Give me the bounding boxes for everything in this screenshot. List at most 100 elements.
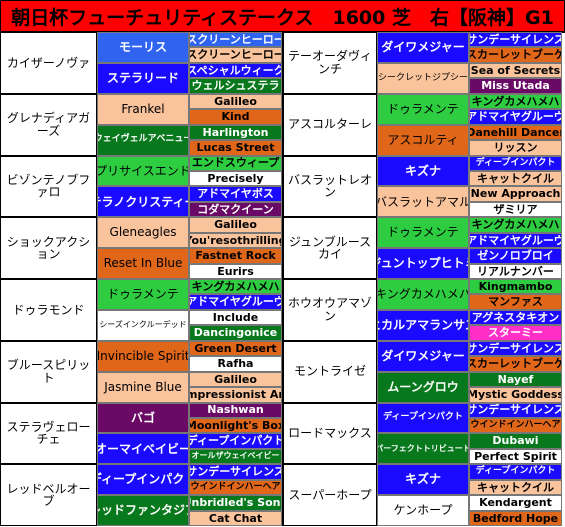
sire-name: Frankel (97, 93, 189, 125)
dam-name: レッドファンタジア (97, 495, 189, 526)
dam-dam-name: Dancingonice (189, 325, 282, 341)
horse-name: レッドベルオーブ (0, 464, 97, 526)
sire-dam-name: マンファス (469, 294, 562, 310)
pedigree-row: ドゥラモンド ドゥラメンテ シーズインクルーデッド キングカメハメハ アドマイヤグルーヴ… (0, 279, 282, 341)
pedigree-row: ホウオウアマゾンキングカメハメハヒカルアマランサスKingmamboマンファスア… (283, 279, 562, 341)
dam-sire-name: スペシャルウィーク (189, 62, 282, 79)
sire-sire-name: キングカメハメハ (189, 279, 282, 295)
horse-name: ホウオウアマゾン (283, 279, 377, 341)
horse-name: グレナディアガーズ (0, 93, 97, 156)
pedigree-table: カイザーノヴァ モーリス ステラリード スクリーンヒーロー スクリーンヒーロー スペシャル… (0, 32, 562, 526)
dam-sire-name: Nayef (469, 371, 562, 388)
sire-dam-name: Precisely (189, 170, 282, 187)
sire-sire-name: サンデーサイレンス (469, 340, 562, 357)
dam-dam-name: ウェルシュステラ (189, 78, 282, 94)
sire-sire-name: サンデーサイレンス (469, 402, 562, 418)
horse-name: カイザーノヴァ (0, 32, 97, 94)
sire-sire-name: サンデーサイレンス (189, 464, 282, 480)
sire-name: バゴ (97, 402, 189, 434)
sire-name: キングカメハメハ (377, 279, 469, 310)
dam-dam-name: リアルナンバー (469, 263, 562, 279)
horse-name: バスラットレオン (283, 155, 377, 218)
sire-name: モーリス (97, 32, 189, 63)
horse-name: ジュンブルースカイ (283, 217, 377, 279)
pedigree-row: テーオーダヴィンチ ダイワメジャー シークレットジプシー サンデーサイレンス スカーレッ… (283, 32, 562, 94)
dam-name: シーズインクルーデッド (97, 309, 189, 341)
pedigree-row: レッドベルオーブディープインパクトレッドファンタジアサンデーサイレンスウインドイ… (0, 464, 282, 526)
sire-dam-name: スカーレットブーケ (469, 47, 562, 63)
sire-name: ディープインパクト (377, 402, 469, 434)
horse-name: ショックアクション (0, 217, 97, 279)
pedigree-row: ビゾンテノブファロプリサイスエンドテラノクリスティーエンドスウィープPrecis… (0, 155, 282, 218)
sire-dam-name: スクリーンヒーロー (189, 47, 282, 63)
sire-sire-name: Galileo (189, 217, 282, 233)
sire-name: ドゥラメンテ (97, 279, 189, 310)
dam-name: テラノクリスティー (97, 186, 189, 218)
horse-name: ステラヴェロー チェ (0, 402, 97, 465)
sire-sire-name: キングカメハメハ (469, 217, 562, 233)
dam-sire-name: ゼンノロブロイ (469, 248, 562, 264)
dam-sire-name: Harlington (189, 124, 282, 141)
sire-name: キズナ (377, 155, 469, 187)
sire-dam-name: Rafha (189, 356, 282, 372)
horse-name: モントライゼ (283, 340, 377, 403)
sire-dam-name: スカーレットブーケ (469, 356, 562, 372)
horse-name: スーパーホープ (283, 464, 377, 526)
pedigree-right-column: テーオーダヴィンチダイワメジャー シークレットジプシーサンデーサイレンス スカーレッ… (283, 32, 562, 526)
dam-dam-name: オールザウェイベイビー (189, 448, 282, 465)
dam-sire-name: Fastnet Rock (189, 248, 282, 264)
dam-dam-name: Lucas Street (189, 140, 282, 156)
dam-name: Reset In Blue (97, 248, 189, 279)
dam-dam-name: Mystic Goddess (469, 387, 562, 403)
sire-dam-name: キャットクイル (469, 479, 562, 496)
horse-name: ドゥラモンド (0, 279, 97, 341)
dam-name: シークレットジプシー (377, 62, 469, 94)
dam-dam-name: Impressionist Art (189, 387, 282, 403)
sire-dam-name: Moonlight's Box (189, 417, 282, 434)
dam-sire-name: Sea of Secrets (469, 62, 562, 79)
pedigree-row: ブルースピリット Invincible Spirit Jasmine Blue Gre… (0, 340, 282, 403)
sire-sire-name: スクリーンヒーロー (189, 32, 282, 48)
dam-dam-name: Cat Chat (189, 510, 282, 526)
dam-sire-name: ディープインパクト (189, 433, 282, 449)
dam-name: オーマイベイビー (97, 433, 189, 465)
pedigree-left-column: カイザーノヴァ モーリス ステラリード スクリーンヒーロー スクリーンヒーロー スペシャル… (0, 32, 282, 526)
sire-name: ダイワメジャー (377, 340, 469, 372)
sire-sire-name: ディープインパクト (469, 464, 562, 480)
sire-name: ドゥラメンテ (377, 93, 469, 125)
sire-name: ドゥラメンテ (377, 217, 469, 249)
dam-sire-name: Dubawi (469, 433, 562, 449)
pedigree-row: ステラヴェロー チェ バゴ オーマイベイビー Nashwan Moonlight's B… (0, 402, 282, 465)
dam-name: Jasmine Blue (97, 371, 189, 403)
sire-dam-name: キャットクイル (469, 170, 562, 187)
pedigree-row: カイザーノヴァ モーリス ステラリード スクリーンヒーロー スクリーンヒーロー スペシャル… (0, 32, 282, 94)
dam-name: ケンホープ (377, 495, 469, 526)
sire-dam-name: アドマイヤグルーヴ (189, 294, 282, 310)
race-title: 朝日杯フューチュリティステークス 1600 芝 右【阪神】G1 (0, 0, 565, 33)
dam-name: パーフェクトトリビュート (377, 433, 469, 465)
sire-name: Invincible Spirit (97, 340, 189, 372)
dam-sire-name: Unbridled's Song (189, 495, 282, 511)
dam-sire-name: Kendargent (469, 495, 562, 511)
horse-name: ロードマックス (283, 402, 377, 465)
pedigree-row: ジュンブルースカイドゥラメンテジュントップヒトミキングカメハメハアドマイヤグルー… (283, 217, 562, 279)
dam-dam-name: Eurirs (189, 263, 282, 279)
sire-name: キズナ (377, 464, 469, 496)
sire-sire-name: Kingmambo (469, 279, 562, 295)
horse-name: テーオーダヴィンチ (283, 32, 377, 94)
pedigree-row: ショックアクション Gleneagles Reset In Blue Galileo Y… (0, 217, 282, 279)
sire-name: Gleneagles (97, 217, 189, 249)
sire-dam-name: Kind (189, 109, 282, 125)
dam-name: ステラリード (97, 62, 189, 94)
dam-dam-name: Miss Utada (469, 78, 562, 94)
dam-name: ヒカルアマランサス (377, 309, 469, 341)
dam-dam-name: スターミー (469, 325, 562, 341)
dam-dam-name: ザミリア (469, 201, 562, 218)
dam-dam-name: コダマクイーン (189, 201, 282, 218)
dam-name: ジュントップヒトミ (377, 248, 469, 279)
sire-sire-name: エンドスウィープ (189, 155, 282, 171)
pedigree-row: スーパーホープ キズナ ケンホープ ディープインパクト キャットクイル Kendargen… (283, 464, 562, 526)
horse-name: アスコルターレ (283, 93, 377, 156)
horse-name: ブルースピリット (0, 340, 97, 403)
sire-sire-name: Nashwan (189, 402, 282, 418)
